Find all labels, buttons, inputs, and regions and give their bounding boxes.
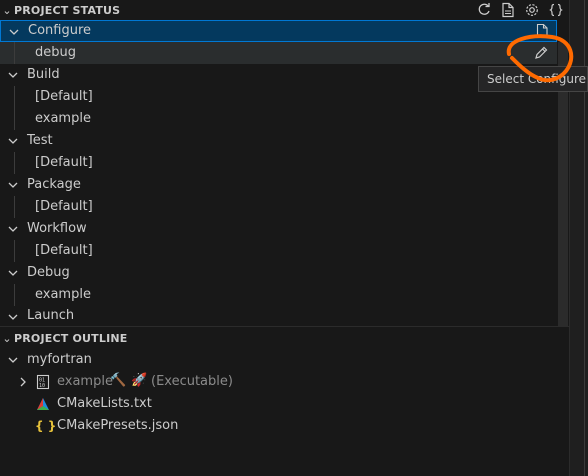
chevron-right-icon — [20, 377, 26, 387]
debug-label: Debug — [27, 265, 70, 280]
chevron-down-icon — [8, 72, 18, 78]
indent-guide — [14, 42, 15, 64]
workflow-label: Workflow — [27, 221, 87, 236]
outline-file-label: CMakePresets.json — [57, 418, 179, 433]
workflow-preset-label: [Default] — [35, 243, 93, 258]
chevron-down-icon — [8, 138, 18, 144]
indent-guide — [14, 108, 15, 130]
section-divider — [0, 326, 569, 327]
tree-node-build[interactable]: Build — [0, 64, 557, 86]
indent-guide — [14, 152, 15, 174]
tree-node-configure[interactable]: Configure — [0, 20, 557, 42]
open-file-icon[interactable] — [534, 23, 550, 39]
binary-file-icon: 0110 — [36, 374, 50, 390]
chevron-down-icon — [8, 226, 18, 232]
svg-text:10: 10 — [39, 383, 45, 389]
test-label: Test — [27, 133, 53, 148]
project-status-actions — [475, 0, 565, 20]
braces-icon[interactable] — [547, 1, 565, 19]
tree-node-launch[interactable]: Launch — [0, 306, 557, 326]
project-outline-title: PROJECT OUTLINE — [14, 331, 128, 345]
launch-label: Launch — [27, 308, 75, 323]
test-preset-row[interactable]: [Default] — [0, 152, 557, 174]
chevron-down-icon — [8, 357, 18, 363]
package-label: Package — [27, 177, 81, 192]
tooltip: Select Configure Pr — [478, 66, 588, 92]
build-target-row[interactable]: example — [0, 108, 557, 130]
hammer-icon: 🔨 — [110, 373, 127, 388]
build-preset-row[interactable]: [Default] — [0, 86, 557, 108]
rocket-icon: 🚀 — [131, 373, 148, 388]
chevron-down-icon — [9, 29, 19, 35]
gear-icon[interactable] — [523, 1, 541, 19]
indent-guide — [14, 86, 15, 108]
indent-guide — [14, 240, 15, 262]
build-label: Build — [27, 67, 60, 82]
outline-file-row[interactable]: CMakeLists.txt — [0, 393, 557, 415]
configure-preset-label: debug — [35, 45, 76, 60]
package-preset-label: [Default] — [35, 199, 93, 214]
build-preset-label: [Default] — [35, 89, 93, 104]
chevron-down-icon: ⌄ — [2, 331, 12, 345]
open-file-icon[interactable] — [499, 1, 517, 19]
project-status-header[interactable]: ⌄ PROJECT STATUS — [0, 0, 569, 20]
indent-guide — [14, 196, 15, 218]
package-preset-row[interactable]: [Default] — [0, 196, 557, 218]
outline-file-label: CMakeLists.txt — [57, 396, 152, 411]
chevron-down-icon — [8, 270, 18, 276]
outline-target-label: example — [57, 374, 113, 389]
chevron-down-icon — [8, 314, 18, 320]
tree-node-package[interactable]: Package — [0, 174, 557, 196]
configure-label: Configure — [28, 23, 92, 38]
debug-target-label: example — [35, 287, 91, 302]
cmake-icon — [37, 398, 49, 410]
workflow-preset-row[interactable]: [Default] — [0, 240, 557, 262]
tree-node-test[interactable]: Test — [0, 130, 557, 152]
configure-preset-row[interactable]: debug — [0, 42, 557, 64]
pencil-icon[interactable] — [533, 45, 549, 61]
outline-target-type: (Executable) — [151, 374, 233, 389]
project-status-title: PROJECT STATUS — [14, 3, 121, 17]
outline-file-row[interactable]: { } CMakePresets.json — [0, 415, 557, 437]
outline-project-row[interactable]: myfortran — [0, 349, 557, 371]
json-braces-icon: { } — [35, 419, 57, 433]
outline-project-label: myfortran — [27, 352, 92, 367]
build-target-label: example — [35, 111, 91, 126]
test-preset-label: [Default] — [35, 155, 93, 170]
project-outline-header[interactable]: ⌄ PROJECT OUTLINE — [0, 328, 569, 348]
tree-node-debug[interactable]: Debug — [0, 262, 557, 284]
chevron-down-icon — [8, 182, 18, 188]
tree-node-workflow[interactable]: Workflow — [0, 218, 557, 240]
chevron-down-icon: ⌄ — [2, 3, 12, 17]
outline-target-row[interactable]: 01 10 example 🔨 🚀 (Executable) — [0, 371, 557, 393]
indent-guide — [14, 284, 15, 306]
debug-target-row[interactable]: example — [0, 284, 557, 306]
refresh-icon[interactable] — [475, 1, 493, 19]
